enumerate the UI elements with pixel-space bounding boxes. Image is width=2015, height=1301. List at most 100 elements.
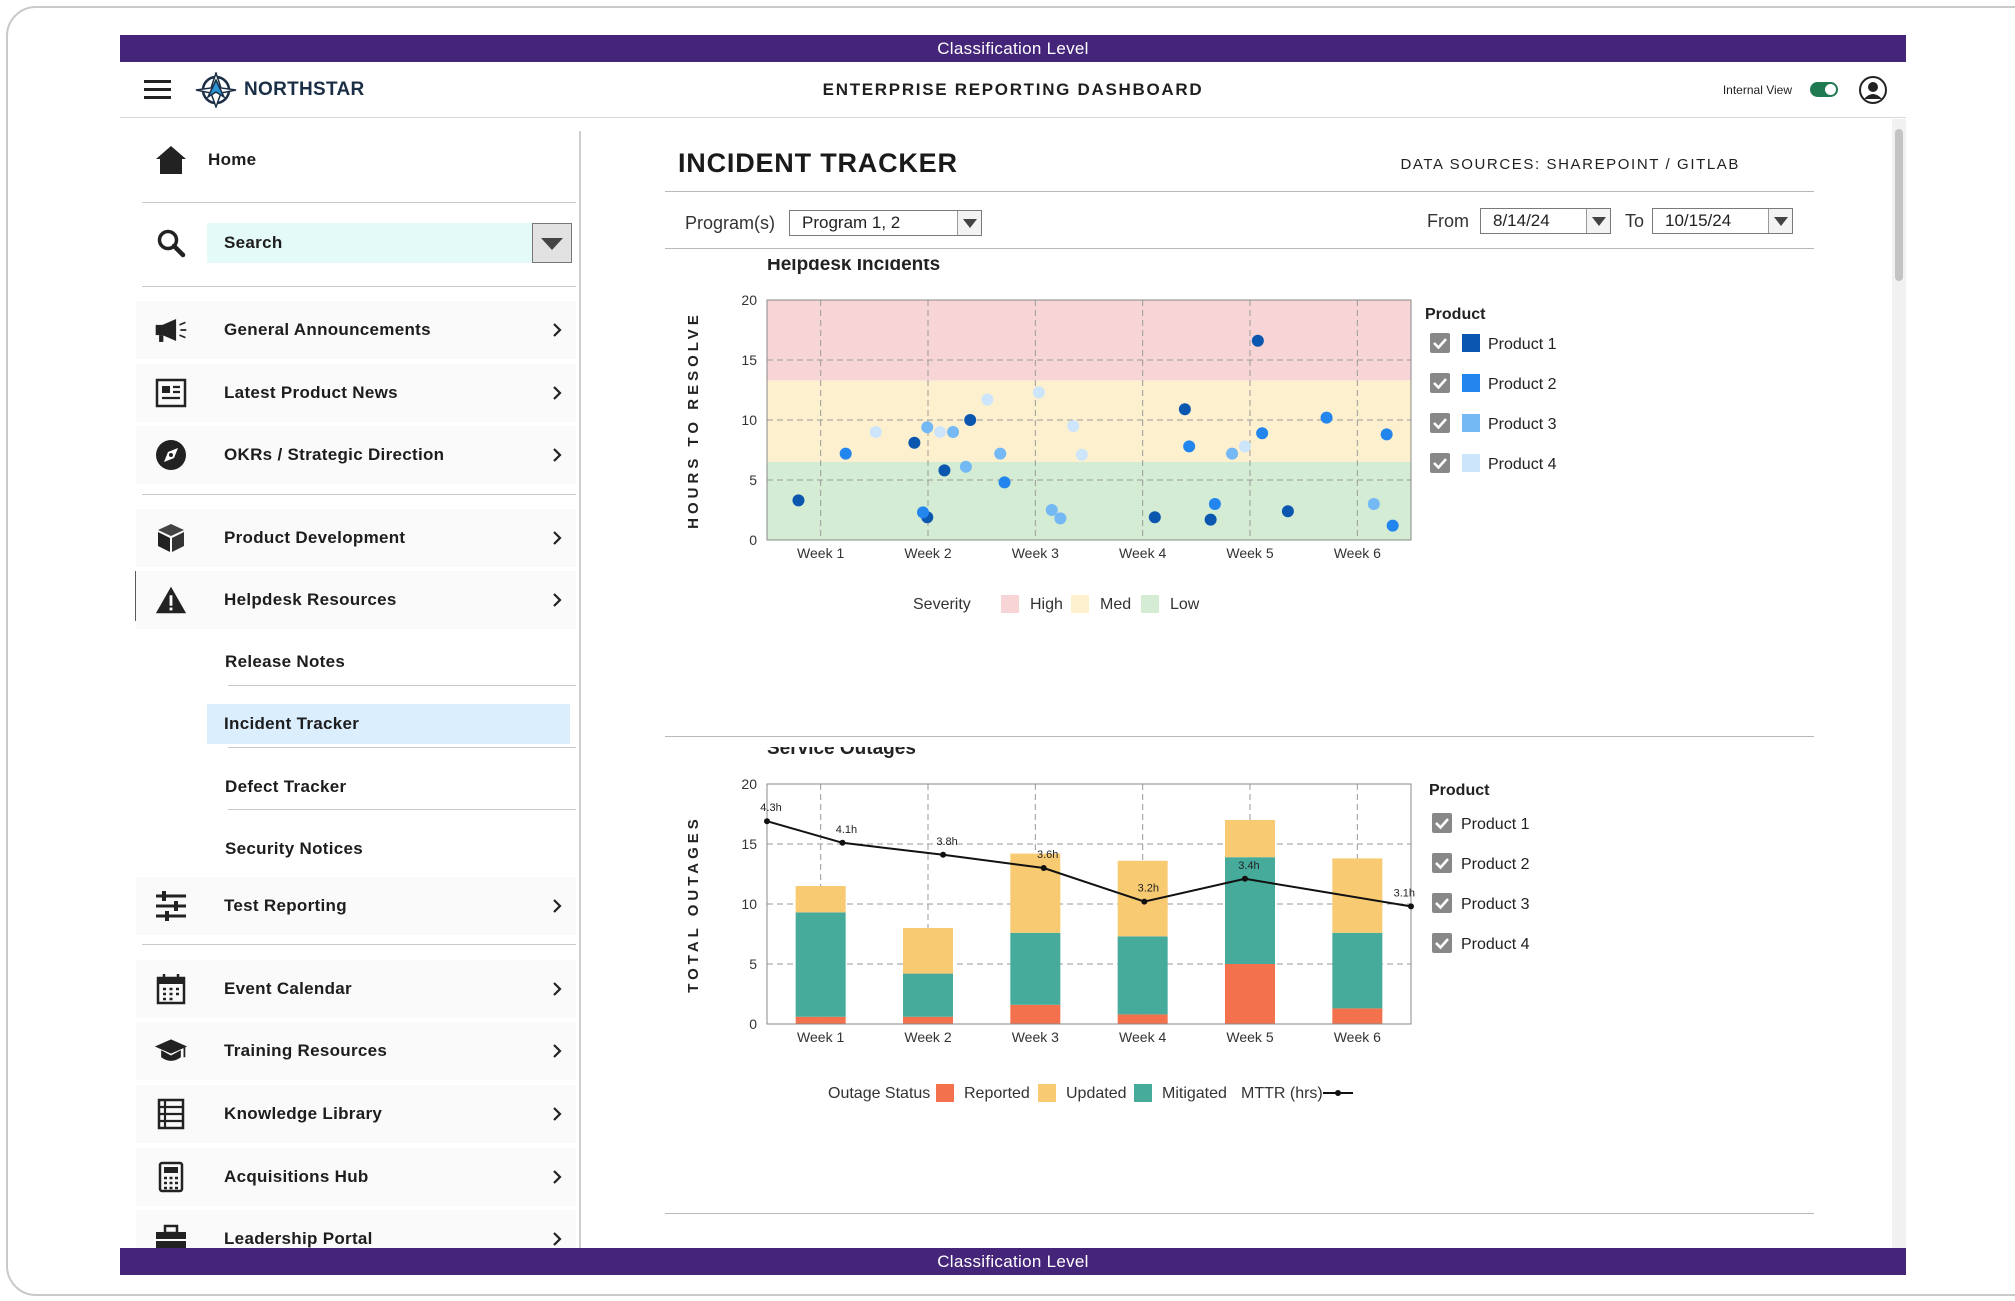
screen: Classification Level NORTHSTAR ENTERPRIS… bbox=[120, 35, 1906, 1275]
graduation-cap-icon bbox=[154, 1034, 188, 1068]
bar-segment-updated bbox=[1332, 858, 1383, 933]
home-icon bbox=[154, 143, 188, 177]
sidebar-item-label: Training Resources bbox=[224, 1041, 388, 1060]
sidebar-subitem-incident-tracker[interactable]: Incident Tracker bbox=[207, 704, 570, 744]
sidebar-item-knowledge-library[interactable]: Knowledge Library bbox=[136, 1085, 576, 1143]
scatter-point bbox=[908, 436, 921, 449]
y-tick-label: 5 bbox=[749, 472, 757, 488]
sidebar-item-training-resources[interactable]: Training Resources bbox=[136, 1022, 576, 1080]
y-tick-label: 10 bbox=[741, 412, 757, 428]
sidebar-subitem-release-notes[interactable]: Release Notes bbox=[208, 640, 578, 684]
divider bbox=[665, 736, 1814, 737]
search-dropdown-button[interactable] bbox=[532, 223, 572, 263]
top-bar: NORTHSTAR ENTERPRISE REPORTING DASHBOARD… bbox=[120, 62, 1906, 118]
mttr-data-label: 3.8h bbox=[936, 836, 957, 848]
sidebar-item-label: Product Development bbox=[224, 528, 406, 547]
sidebar-item-okrs[interactable]: OKRs / Strategic Direction bbox=[136, 426, 576, 484]
sidebar-item-general-announcements[interactable]: General Announcements bbox=[136, 301, 576, 359]
compass-icon bbox=[154, 438, 188, 472]
checkbox-box bbox=[1430, 453, 1450, 473]
x-tick-label: Week 3 bbox=[1012, 1029, 1059, 1045]
scatter-point bbox=[1032, 386, 1045, 399]
chevron-right-icon bbox=[553, 899, 562, 913]
legend-checkbox-product-3[interactable] bbox=[1432, 893, 1452, 913]
sidebar-item-latest-product-news[interactable]: Latest Product News bbox=[136, 364, 576, 422]
classification-banner-top: Classification Level bbox=[120, 35, 1906, 62]
scatter-point bbox=[869, 426, 882, 438]
scatter-point bbox=[947, 426, 960, 438]
y-axis-label: HOURS TO RESOLVE bbox=[685, 311, 702, 529]
scatter-point bbox=[1054, 512, 1067, 525]
sidebar-item-helpdesk-resources[interactable]: Helpdesk Resources bbox=[136, 571, 576, 629]
sidebar-item-leadership-portal[interactable]: Leadership Portal bbox=[136, 1210, 576, 1249]
sidebar-item-home[interactable]: Home bbox=[136, 131, 576, 189]
bar-segment-mitigated bbox=[1117, 936, 1168, 1015]
sidebar-item-product-development[interactable]: Product Development bbox=[136, 509, 576, 567]
chevron-down-icon bbox=[1768, 209, 1792, 233]
legend-label: Product 4 bbox=[1488, 456, 1557, 473]
vertical-scrollbar[interactable] bbox=[1892, 119, 1906, 1249]
y-tick-label: 20 bbox=[741, 292, 757, 308]
classification-banner-bottom: Classification Level bbox=[120, 1248, 1906, 1275]
legend-checkbox-product-1[interactable] bbox=[1432, 813, 1452, 833]
program-select-value: Program 1, 2 bbox=[802, 213, 901, 232]
severity-band-high bbox=[767, 300, 1411, 381]
scatter-point bbox=[921, 421, 934, 434]
status-legend-label: Updated bbox=[1066, 1085, 1127, 1102]
sidebar-item-test-reporting[interactable]: Test Reporting bbox=[136, 877, 576, 935]
x-tick-label: Week 6 bbox=[1334, 1029, 1381, 1045]
legend-checkbox-product-4[interactable] bbox=[1430, 453, 1450, 473]
legend-checkbox-product-3[interactable] bbox=[1430, 413, 1450, 433]
checkbox-box bbox=[1432, 813, 1452, 833]
sidebar-item-event-calendar[interactable]: Event Calendar bbox=[136, 960, 576, 1018]
legend-checkbox-product-1[interactable] bbox=[1430, 333, 1450, 353]
status-legend-label: Reported bbox=[964, 1085, 1030, 1102]
search-input[interactable]: Search bbox=[207, 223, 541, 263]
bar-segment-reported bbox=[1225, 964, 1275, 1024]
severity-legend-swatch bbox=[1071, 595, 1089, 613]
sidebar-item-label: OKRs / Strategic Direction bbox=[224, 445, 445, 464]
chart-title: Helpdesk Incidents bbox=[767, 259, 940, 275]
x-tick-label: Week 1 bbox=[797, 545, 844, 561]
sidebar-subitem-defect-tracker[interactable]: Defect Tracker bbox=[208, 765, 578, 809]
sidebar-item-acquisitions-hub[interactable]: Acquisitions Hub bbox=[136, 1148, 576, 1206]
bar-segment-reported bbox=[1117, 1014, 1168, 1024]
bar-segment-mitigated bbox=[1332, 932, 1383, 1009]
severity-legend-label: Med bbox=[1100, 596, 1131, 613]
sidebar-item-label: General Announcements bbox=[224, 320, 431, 339]
chevron-down-icon bbox=[957, 211, 981, 235]
program-select[interactable]: Program 1, 2 bbox=[789, 210, 982, 236]
x-tick-label: Week 3 bbox=[1012, 545, 1059, 561]
legend-checkbox-product-4[interactable] bbox=[1432, 933, 1452, 953]
mttr-data-label: 4.3h bbox=[760, 802, 781, 814]
legend-checkbox-product-2[interactable] bbox=[1430, 373, 1450, 393]
scatter-point bbox=[964, 414, 977, 426]
internal-view-toggle[interactable] bbox=[1810, 82, 1838, 97]
y-tick-label: 0 bbox=[749, 532, 757, 548]
scatter-point bbox=[934, 426, 947, 438]
chart-title: Service Outages bbox=[767, 747, 916, 759]
legend-swatch bbox=[1462, 374, 1480, 392]
sidebar-subitem-security-notices[interactable]: Security Notices bbox=[208, 827, 578, 871]
x-tick-label: Week 5 bbox=[1226, 545, 1273, 561]
page-title: INCIDENT TRACKER bbox=[678, 148, 958, 178]
x-tick-label: Week 2 bbox=[904, 545, 951, 561]
mttr-data-label: 3.4h bbox=[1238, 860, 1259, 872]
user-account-icon[interactable] bbox=[1858, 75, 1888, 105]
calendar-icon bbox=[154, 972, 188, 1006]
checkbox-box bbox=[1432, 933, 1452, 953]
sidebar-item-label: Helpdesk Resources bbox=[224, 590, 397, 609]
from-date-select[interactable]: 8/14/24 bbox=[1480, 208, 1611, 234]
scatter-point bbox=[1204, 513, 1217, 526]
chevron-down-icon bbox=[1586, 209, 1610, 233]
chevron-down-icon bbox=[541, 238, 563, 250]
divider bbox=[665, 248, 1814, 249]
legend-checkbox-product-2[interactable] bbox=[1432, 853, 1452, 873]
divider bbox=[142, 944, 576, 945]
scrollbar-thumb[interactable] bbox=[1895, 129, 1903, 281]
sidebar-item-label: Home bbox=[208, 150, 257, 169]
mttr-data-label: 4.1h bbox=[836, 824, 857, 836]
to-date-select[interactable]: 10/15/24 bbox=[1652, 208, 1793, 234]
scatter-point bbox=[1075, 448, 1088, 461]
scatter-point bbox=[1148, 511, 1161, 524]
